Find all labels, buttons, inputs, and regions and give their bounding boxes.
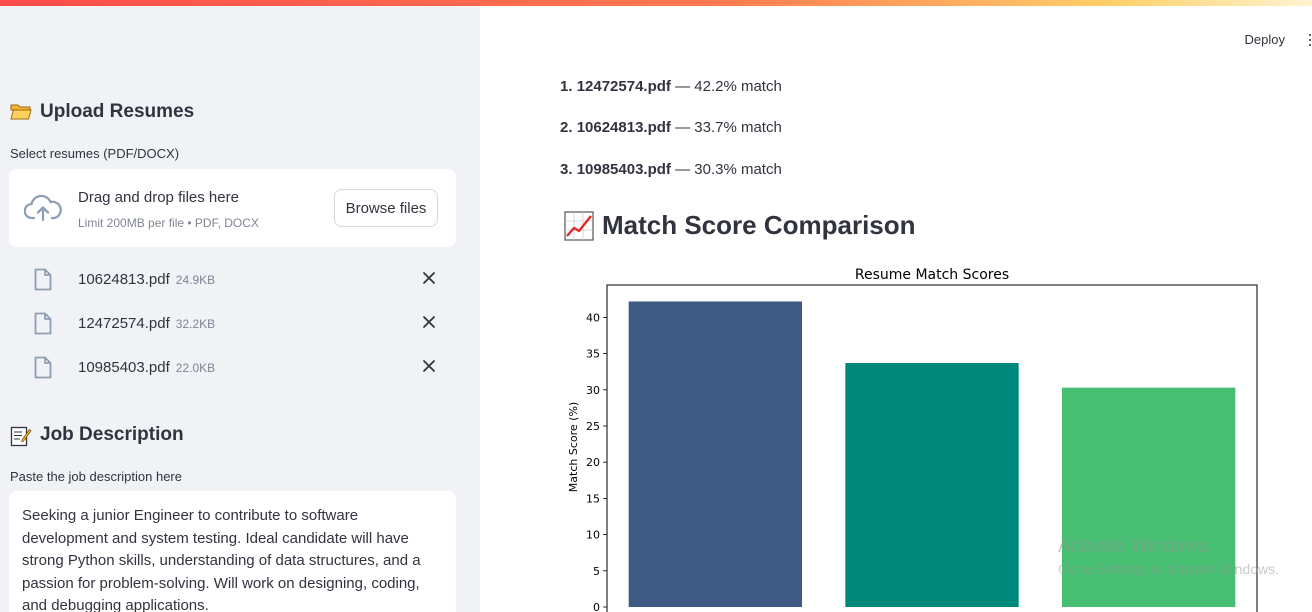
remove-file-icon[interactable] — [421, 314, 437, 330]
remove-file-icon[interactable] — [421, 358, 437, 374]
browse-files-button[interactable]: Browse files — [334, 189, 438, 227]
deploy-button[interactable]: Deploy — [1245, 32, 1285, 47]
uploaded-file-row: 12472574.pdf 32.2KB — [0, 304, 480, 344]
y-tick-label: 30 — [586, 384, 600, 397]
file-icon — [34, 356, 52, 379]
file-icon — [34, 268, 52, 291]
select-resumes-label: Select resumes (PDF/DOCX) — [10, 146, 180, 161]
dropzone-title: Drag and drop files here — [78, 189, 239, 206]
ranking-number: 2. — [560, 119, 573, 136]
ranking-score: — 30.3% match — [675, 161, 782, 178]
ranking-score: — 42.2% match — [675, 78, 782, 95]
file-size: 24.9KB — [175, 273, 216, 287]
more-menu-icon[interactable] — [1308, 34, 1312, 48]
file-dropzone[interactable]: Drag and drop files here Limit 200MB per… — [9, 169, 456, 247]
ranking-item: 2. 10624813.pdf — 33.7% match — [560, 119, 782, 136]
y-tick-label: 10 — [586, 529, 600, 542]
y-tick-label: 5 — [593, 565, 600, 578]
ranking-number: 1. — [560, 78, 573, 95]
ranking-number: 3. — [560, 161, 573, 178]
ranking-file: 12472574.pdf — [576, 78, 671, 95]
file-size: 32.2KB — [175, 317, 216, 331]
chart-title: Resume Match Scores — [855, 267, 1009, 283]
upload-section-title: Upload Resumes — [40, 101, 195, 122]
file-name: 10985403.pdf — [78, 359, 170, 376]
y-tick-label: 15 — [586, 492, 600, 505]
uploaded-file-row: 10624813.pdf 24.9KB — [0, 260, 480, 300]
y-tick-label: 40 — [586, 311, 600, 324]
ranking-score: — 33.7% match — [675, 119, 782, 136]
chart-increasing-icon — [564, 210, 594, 241]
comparison-title: Match Score Comparison — [602, 210, 916, 240]
folder-icon — [10, 102, 32, 122]
uploaded-file-row: 10985403.pdf 22.0KB — [0, 348, 480, 388]
ranking-item: 3. 10985403.pdf — 30.3% match — [560, 161, 782, 178]
sidebar: Upload Resumes Select resumes (PDF/DOCX)… — [0, 6, 480, 612]
y-tick-label: 20 — [586, 456, 600, 469]
chart-bar — [845, 363, 1019, 607]
job-description-textarea[interactable]: Seeking a junior Engineer to contribute … — [9, 491, 456, 612]
y-tick-label: 25 — [586, 420, 600, 433]
file-icon — [34, 312, 52, 335]
remove-file-icon[interactable] — [421, 270, 437, 286]
chart-bar — [628, 301, 802, 607]
file-size: 22.0KB — [175, 361, 216, 375]
chart-y-axis-label: Match Score (%) — [567, 402, 580, 492]
os-activation-watermark-title: Activate Windows — [1058, 536, 1208, 557]
memo-icon — [10, 425, 32, 447]
match-score-chart: Resume Match Scores Match Score (%) 0 5 10… — [567, 267, 1258, 612]
cloud-upload-icon — [23, 193, 62, 223]
y-tick-label: 35 — [586, 348, 600, 361]
job-section-heading: Job Description — [10, 424, 184, 447]
ranking-file: 10985403.pdf — [576, 161, 671, 178]
comparison-heading: Match Score Comparison — [564, 210, 916, 241]
os-activation-watermark-subtitle: Go to Settings to activate Windows. — [1058, 561, 1279, 577]
dropzone-limit: Limit 200MB per file • PDF, DOCX — [78, 216, 259, 230]
paste-job-label: Paste the job description here — [10, 469, 182, 484]
upload-section-heading: Upload Resumes — [10, 101, 194, 123]
file-name: 10624813.pdf — [78, 271, 170, 288]
job-section-title: Job Description — [40, 424, 184, 445]
ranking-item: 1. 12472574.pdf — 42.2% match — [560, 78, 782, 95]
y-tick-label: 0 — [593, 601, 600, 612]
ranking-file: 10624813.pdf — [576, 119, 671, 136]
file-name: 12472574.pdf — [78, 315, 170, 332]
